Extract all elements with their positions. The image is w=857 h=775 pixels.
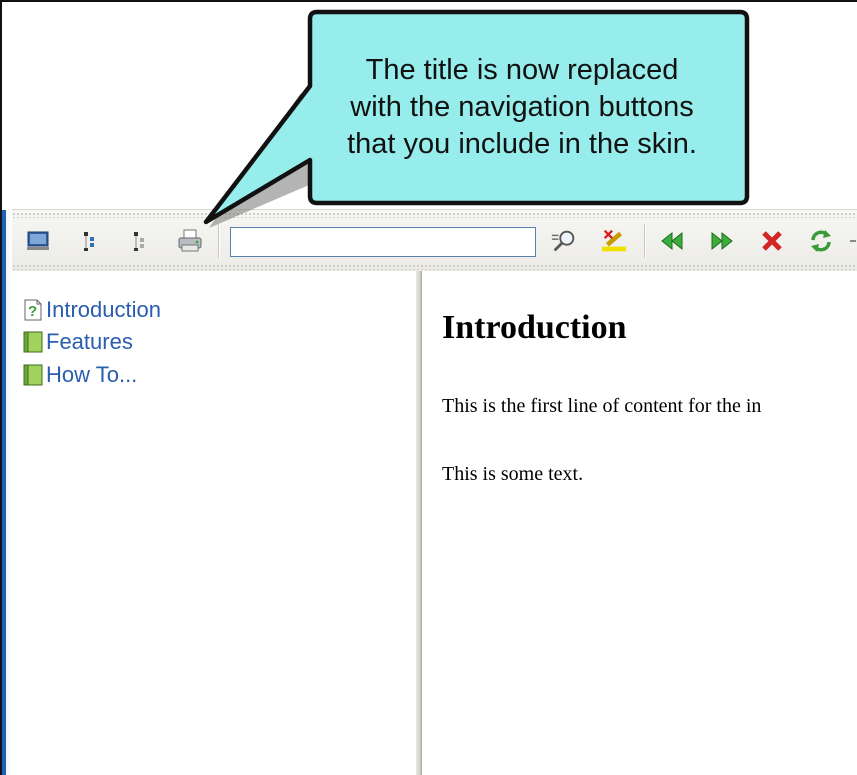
navigation-toolbar — [12, 209, 857, 272]
back-icon[interactable] — [658, 227, 686, 255]
toc-item-how-to[interactable]: How To... — [22, 362, 137, 388]
refresh-icon[interactable] — [807, 227, 835, 255]
topic-title: Introduction — [442, 309, 627, 346]
print-icon[interactable] — [176, 227, 204, 255]
hide-navigation-icon[interactable] — [24, 227, 52, 255]
topic-paragraph: This is some text. — [442, 463, 584, 485]
toc-item-label: Introduction — [46, 297, 161, 322]
book-icon — [22, 363, 44, 387]
more-toolbar-icon[interactable] — [846, 227, 857, 255]
callout-text: The title is now replaced with the navig… — [320, 52, 724, 163]
toc-pane: ? Introduction Features How To... — [12, 271, 416, 775]
toc-item-label: Features — [46, 329, 133, 354]
toolbar-separator — [218, 224, 220, 258]
window-left-edge — [2, 210, 12, 775]
svg-text:?: ? — [28, 303, 37, 320]
toc-item-introduction[interactable]: ? Introduction — [22, 297, 161, 323]
collapse-all-icon[interactable] — [126, 227, 154, 255]
help-panes: ? Introduction Features How To... Introd… — [12, 271, 857, 775]
toolbar-separator — [644, 224, 646, 258]
search-icon[interactable] — [550, 227, 578, 255]
callout-line: The title is now replaced — [365, 54, 679, 86]
topic-icon: ? — [22, 298, 44, 322]
topic-paragraph: This is the first line of content for th… — [442, 395, 762, 417]
book-icon — [22, 330, 44, 354]
toolbar-grip-bottom — [12, 264, 857, 270]
callout-line: with the navigation buttons — [350, 91, 694, 123]
forward-icon[interactable] — [708, 227, 736, 255]
remove-highlight-icon[interactable] — [600, 227, 628, 255]
search-input[interactable] — [230, 227, 536, 257]
topic-pane: Introduction This is the first line of c… — [422, 271, 857, 775]
toc-item-features[interactable]: Features — [22, 329, 133, 355]
stop-icon[interactable] — [758, 227, 786, 255]
toc-item-label: How To... — [46, 362, 138, 387]
callout-line: that you include in the skin. — [347, 128, 697, 160]
toolbar-grip-top — [12, 212, 857, 218]
expand-all-icon[interactable] — [76, 227, 104, 255]
